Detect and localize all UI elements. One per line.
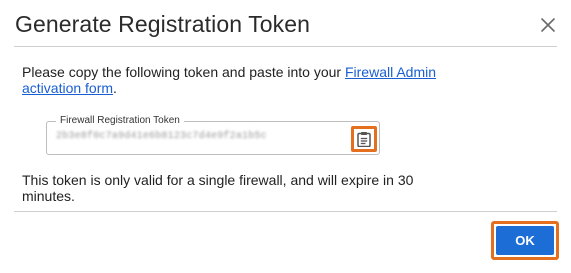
instructions-text: Please copy the following token and past…: [22, 64, 345, 80]
dialog-title: Generate Registration Token: [15, 11, 311, 37]
close-button[interactable]: [537, 14, 559, 36]
expiry-note: This token is only valid for a single fi…: [22, 172, 414, 204]
close-icon[interactable]: [537, 14, 559, 36]
instructions: Please copy the following token and past…: [22, 64, 442, 96]
registration-token-dialog: Generate Registration Token Please copy …: [0, 0, 571, 273]
header-divider: [14, 46, 557, 47]
ok-button-highlight: OK: [491, 221, 559, 260]
token-value[interactable]: 2b3e8f0c7a9d41e6b8123c7d4e9f2a1b5c: [56, 131, 267, 142]
copy-token-button[interactable]: [351, 126, 377, 152]
footer-divider: [14, 211, 557, 212]
token-field-label: Firewall Registration Token: [56, 114, 184, 128]
clipboard-icon[interactable]: [357, 131, 371, 147]
instructions-suffix: .: [113, 80, 117, 96]
token-field[interactable]: Firewall Registration Token 2b3e8f0c7a9d…: [46, 114, 380, 155]
ok-button[interactable]: OK: [496, 226, 554, 255]
